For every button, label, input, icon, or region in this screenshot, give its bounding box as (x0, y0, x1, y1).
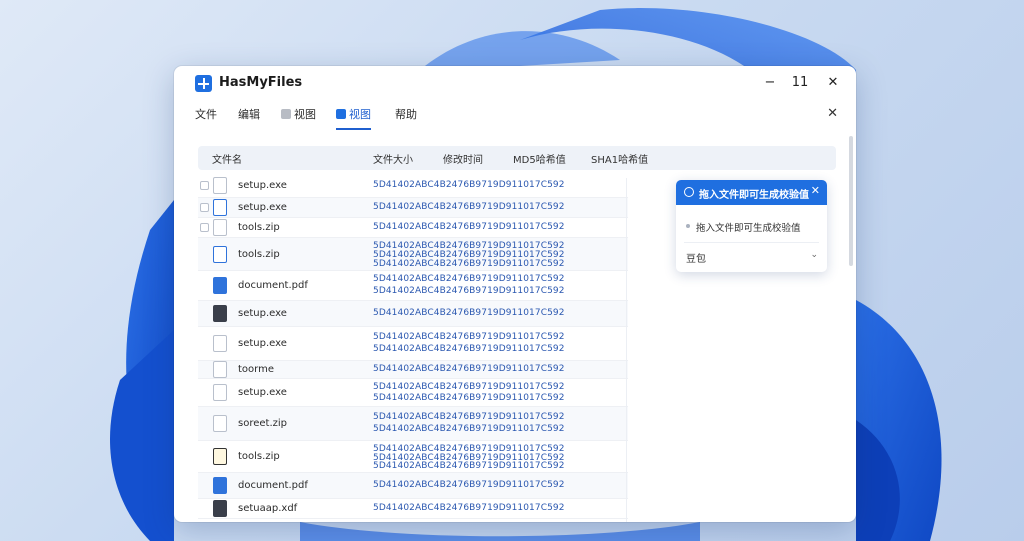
file-icon (213, 177, 227, 194)
hash-value: 5D41402ABC4B2476B9719D911017C592 (373, 503, 565, 513)
hash-value: 5D41402ABC4B2476B9719D911017C592 (373, 222, 565, 232)
column-header-modified[interactable]: 修改时间 (443, 151, 483, 166)
maximize-button[interactable]: 11 (786, 72, 814, 94)
table-row[interactable]: setup.exe 5D41402ABC4B2476B9719D911017C59… (198, 301, 628, 327)
model-select[interactable]: 豆包 (686, 250, 706, 265)
file-name: setup.exe (238, 180, 287, 191)
hash-value: 5D41402ABC4B2476B9719D911017C592 (373, 382, 565, 392)
file-name: setup.exe (238, 202, 287, 213)
hash-value: 5D41402ABC4B2476B9719D911017C592 (373, 274, 565, 284)
file-name: setup.exe (238, 338, 287, 349)
hash-value: 5D41402ABC4B2476B9719D911017C592 (373, 412, 565, 422)
table-row[interactable]: tools.zip 5D41402ABC4B2476B9719D911017C59… (198, 441, 628, 473)
popup-divider (684, 242, 819, 243)
file-icon (213, 384, 227, 401)
column-header-md5[interactable]: MD5哈希值 (513, 151, 566, 166)
table-row[interactable]: tools.zip 5D41402ABC4B2476B9719D911017C59… (198, 238, 628, 271)
menu-file[interactable]: 文件 (195, 106, 217, 130)
hash-value: 5D41402ABC4B2476B9719D911017C592 (373, 480, 565, 490)
popup-header: 拖入文件即可生成校验值 ✕ (676, 180, 827, 205)
file-icon (213, 199, 227, 216)
hash-value: 5D41402ABC4B2476B9719D911017C592 (373, 180, 565, 190)
file-icon (213, 335, 227, 352)
file-icon (213, 415, 227, 432)
file-icon (213, 277, 227, 294)
file-icon (213, 448, 227, 465)
row-checkbox[interactable] (200, 223, 209, 232)
table-row[interactable]: setup.exe 5D41402ABC4B2476B9719D911017C59… (198, 327, 628, 361)
file-icon (213, 219, 227, 236)
file-name: tools.zip (238, 451, 280, 462)
hash-value: 5D41402ABC4B2476B9719D911017C592 (373, 332, 565, 342)
menu-edit[interactable]: 编辑 (238, 106, 260, 130)
column-header-size[interactable]: 文件大小 (373, 151, 413, 166)
app-window: HasMyFiles − 11 ✕ 文件 编辑 视图 视图 帮助 ✕ 文件名 文… (174, 66, 856, 522)
table-row[interactable]: document.pdf 5D41402ABC4B2476B9719D911017… (198, 271, 628, 301)
hash-value: 5D41402ABC4B2476B9719D911017C592 (373, 393, 565, 403)
popup-close-icon[interactable]: ✕ (811, 184, 820, 197)
popup-item[interactable]: 拖入文件即可生成校验值 (696, 220, 801, 234)
table-row[interactable]: setup.exe 5D41402ABC4B2476B9719D911017C59… (198, 198, 628, 218)
table-row[interactable]: setup.exe 5D41402ABC4B2476B9719D911017C59… (198, 174, 628, 198)
file-icon (213, 361, 227, 378)
file-name: document.pdf (238, 480, 308, 491)
popup-title: 拖入文件即可生成校验值 (699, 190, 809, 201)
table-header: 文件名 文件大小 修改时间 MD5哈希值 SHA1哈希值 (198, 146, 836, 170)
hash-value: 5D41402ABC4B2476B9719D911017C592 (373, 202, 565, 212)
column-header-sha1[interactable]: SHA1哈希值 (591, 151, 648, 166)
column-header-name[interactable]: 文件名 (212, 151, 242, 166)
panel-close-icon[interactable]: ✕ (827, 106, 838, 121)
hash-value: 5D41402ABC4B2476B9719D911017C592 (373, 344, 565, 354)
file-name: setup.exe (238, 387, 287, 398)
file-name: setuaap.xdf (238, 503, 298, 514)
hash-value: 5D41402ABC4B2476B9719D911017C592 (373, 259, 565, 269)
column-divider (626, 178, 627, 522)
file-name: toorme (238, 364, 274, 375)
row-checkbox[interactable] (200, 181, 209, 190)
minimize-button[interactable]: − (756, 72, 784, 94)
table-row[interactable]: setuaap.xdf 5D41402ABC4B2476B9719D911017C… (198, 499, 628, 519)
bullet-icon (686, 224, 690, 228)
table-row[interactable]: soreet.zip 5D41402ABC4B2476B9719D911017C5… (198, 407, 628, 441)
file-name: setup.exe (238, 308, 287, 319)
row-checkbox[interactable] (200, 203, 209, 212)
app-logo-icon (195, 75, 212, 92)
menu-view-2-label: 视图 (349, 108, 371, 121)
app-title: HasMyFiles (219, 75, 303, 90)
hash-value: 5D41402ABC4B2476B9719D911017C592 (373, 424, 565, 434)
cube-icon (336, 109, 346, 119)
hash-value: 5D41402ABC4B2476B9719D911017C592 (373, 308, 565, 318)
drop-hint-popup: 拖入文件即可生成校验值 ✕ 拖入文件即可生成校验值 豆包 ⌄ (676, 180, 827, 272)
table-row[interactable]: tools.zip 5D41402ABC4B2476B9719D911017C59… (198, 218, 628, 238)
chevron-down-icon[interactable]: ⌄ (810, 250, 818, 260)
menu-view-1-label: 视图 (294, 108, 316, 121)
table-row[interactable]: document.pdf 5D41402ABC4B2476B9719D911017… (198, 473, 628, 499)
file-name: document.pdf (238, 280, 308, 291)
file-name: tools.zip (238, 249, 280, 260)
file-name: tools.zip (238, 222, 280, 233)
table-row[interactable]: setup.exe 5D41402ABC4B2476B9719D911017C59… (198, 379, 628, 407)
close-button[interactable]: ✕ (819, 72, 847, 94)
hash-value: 5D41402ABC4B2476B9719D911017C592 (373, 364, 565, 374)
menu-bar: 文件 编辑 视图 视图 帮助 (174, 100, 856, 130)
table-row[interactable]: toorme 5D41402ABC4B2476B9719D911017C592 (198, 361, 628, 379)
file-name: soreet.zip (238, 418, 287, 429)
title-bar: HasMyFiles − 11 ✕ (174, 66, 856, 100)
file-icon (213, 305, 227, 322)
file-icon (213, 477, 227, 494)
file-icon (213, 500, 227, 517)
home-icon (281, 109, 291, 119)
menu-help[interactable]: 帮助 (395, 106, 417, 130)
hash-value: 5D41402ABC4B2476B9719D911017C592 (373, 286, 565, 296)
menu-view-1[interactable]: 视图 (281, 106, 316, 130)
file-icon (213, 246, 227, 263)
vertical-scrollbar[interactable] (849, 136, 853, 266)
info-circle-icon (684, 187, 694, 197)
hash-value: 5D41402ABC4B2476B9719D911017C592 (373, 461, 565, 472)
menu-view-2[interactable]: 视图 (336, 106, 371, 130)
